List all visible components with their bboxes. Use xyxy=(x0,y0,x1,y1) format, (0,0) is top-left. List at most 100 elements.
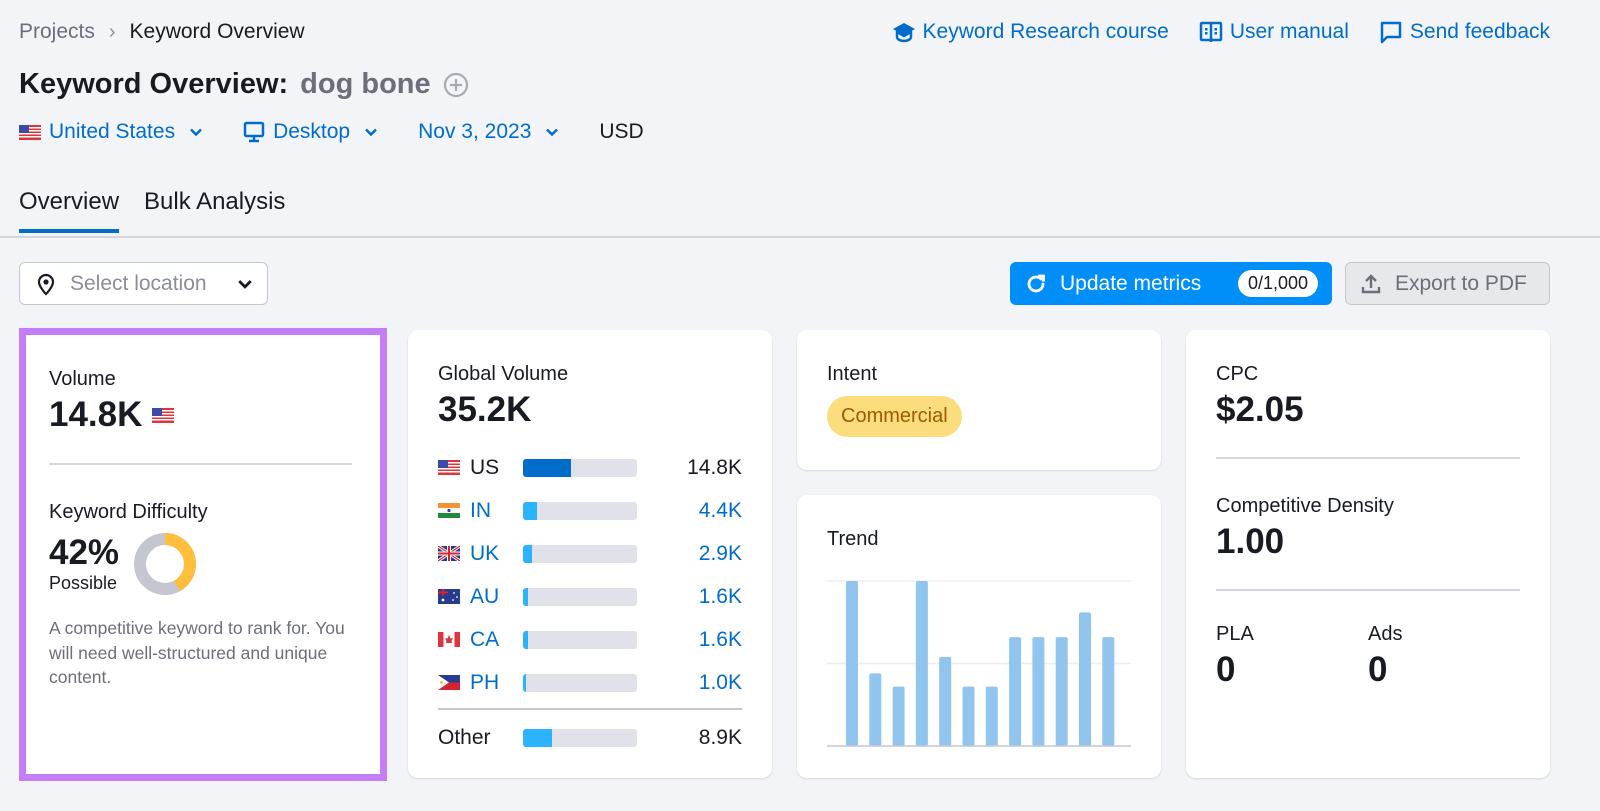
country-volume[interactable]: 2.9K xyxy=(699,542,742,566)
device-value: Desktop xyxy=(273,120,351,143)
keyword-research-course-label: Keyword Research course xyxy=(922,20,1169,43)
upload-icon xyxy=(1361,273,1381,293)
australia-flag-icon xyxy=(438,589,460,604)
breadcrumb-separator-icon: › xyxy=(108,20,116,43)
country-code[interactable]: IN xyxy=(470,499,523,523)
pla-value: 0 xyxy=(1216,650,1236,689)
canada-flag-icon xyxy=(438,632,460,647)
trend-bar[interactable] xyxy=(846,581,858,746)
keyword-difficulty-level: Possible xyxy=(49,572,118,593)
country-code[interactable]: CA xyxy=(470,628,523,652)
country-volume[interactable]: 1.6K xyxy=(699,585,742,609)
trend-bar[interactable] xyxy=(1055,637,1068,746)
country-row-us[interactable]: US 14.8K xyxy=(438,446,742,489)
country-value: United States xyxy=(49,120,176,143)
tab-overview[interactable]: Overview xyxy=(19,188,120,233)
keyword-difficulty-label: Keyword Difficulty xyxy=(49,501,208,523)
keyword-difficulty-description: A competitive keyword to rank for. You w… xyxy=(49,618,345,687)
trend-bar[interactable] xyxy=(939,656,952,746)
country-share-bar xyxy=(523,544,637,563)
intent-label: Intent xyxy=(827,363,878,385)
trend-bar[interactable] xyxy=(1009,637,1022,746)
country-volume[interactable]: 1.6K xyxy=(699,628,742,652)
global-volume-value: 35.2K xyxy=(438,390,532,429)
global-volume-label: Global Volume xyxy=(438,363,569,385)
us-flag-icon xyxy=(152,407,175,423)
country-row-in[interactable]: IN 4.4K xyxy=(438,489,742,532)
device-dropdown[interactable]: Desktop xyxy=(243,120,378,144)
trend-bar[interactable] xyxy=(962,686,975,746)
trend-bar[interactable] xyxy=(892,686,905,746)
cpc-label: CPC xyxy=(1216,363,1259,385)
keyword-research-course-link[interactable]: Keyword Research course xyxy=(892,20,1169,44)
country-row-ca[interactable]: CA 1.6K xyxy=(438,618,742,661)
tab-bulk-analysis[interactable]: Bulk Analysis xyxy=(144,188,285,233)
uk-flag-icon xyxy=(438,546,460,561)
keyword-title: dog bone xyxy=(300,68,431,100)
country-volume[interactable]: 4.4K xyxy=(699,499,742,523)
cpc-card: CPC $2.05 Competitive Density 1.00 PLA 0… xyxy=(1186,330,1550,778)
export-pdf-label: Export to PDF xyxy=(1395,271,1527,295)
trend-bar[interactable] xyxy=(1032,637,1045,746)
breadcrumb-current: Keyword Overview xyxy=(129,20,305,43)
select-location-dropdown[interactable]: Select location xyxy=(19,262,268,305)
filters-bar: United States Desktop Nov 3, 2023 USD xyxy=(19,120,644,144)
country-share-bar xyxy=(523,458,637,477)
country-dropdown[interactable]: United States xyxy=(19,120,203,144)
volume-card: Volume 14.8K Keyword Difficulty 42% Poss… xyxy=(19,328,387,781)
country-share-bar xyxy=(523,501,637,520)
country-list: US 14.8K IN 4.4K UK 2.9K AU 1.6K CA 1.6K… xyxy=(438,446,742,759)
country-row-other: Other 8.9K xyxy=(438,716,742,759)
divider xyxy=(438,708,742,710)
breadcrumb-projects-link[interactable]: Projects xyxy=(19,20,95,44)
intent-badge: Commercial xyxy=(827,396,962,437)
keyword-difficulty-donut xyxy=(134,533,197,595)
chevron-down-icon xyxy=(365,128,378,137)
trend-card: Trend xyxy=(797,495,1161,778)
currency-label: USD xyxy=(599,120,644,143)
update-limit-badge: 0/1,000 xyxy=(1237,270,1318,297)
country-row-au[interactable]: AU 1.6K xyxy=(438,575,742,618)
country-row-uk[interactable]: UK 2.9K xyxy=(438,532,742,575)
send-feedback-link[interactable]: Send feedback xyxy=(1379,20,1550,44)
book-icon xyxy=(1199,21,1223,42)
country-volume[interactable]: 1.0K xyxy=(699,671,742,695)
user-manual-link[interactable]: User manual xyxy=(1199,20,1349,44)
date-dropdown[interactable]: Nov 3, 2023 xyxy=(418,120,559,144)
country-share-fill xyxy=(523,501,538,520)
country-share-fill xyxy=(523,587,529,606)
add-keyword-icon[interactable] xyxy=(443,72,469,98)
chevron-down-icon xyxy=(546,128,559,137)
update-metrics-label: Update metrics xyxy=(1060,271,1202,295)
trend-bar[interactable] xyxy=(985,686,998,746)
trend-bar[interactable] xyxy=(1079,612,1091,746)
graduation-cap-icon xyxy=(892,23,915,43)
update-metrics-button[interactable]: Update metrics 0/1,000 xyxy=(1010,262,1332,305)
export-pdf-button[interactable]: Export to PDF xyxy=(1345,262,1550,305)
country-share-fill xyxy=(523,673,527,692)
other-volume: 8.9K xyxy=(698,725,742,749)
country-code[interactable]: PH xyxy=(470,671,523,695)
trend-bar[interactable] xyxy=(915,581,928,746)
country-code[interactable]: AU xyxy=(470,585,523,609)
refresh-icon xyxy=(1027,274,1045,292)
country-code[interactable]: UK xyxy=(470,542,523,566)
trend-bar[interactable] xyxy=(869,673,882,746)
keyword-difficulty-value: 42% xyxy=(49,533,120,573)
tabs: Overview Bulk Analysis xyxy=(19,188,285,233)
message-icon xyxy=(1380,21,1402,44)
volume-label: Volume xyxy=(49,368,116,390)
intent-card: Intent Commercial xyxy=(797,330,1161,470)
ads-label: Ads xyxy=(1368,623,1403,645)
location-pin-icon xyxy=(37,273,55,296)
pla-label: PLA xyxy=(1216,623,1254,645)
divider xyxy=(49,463,352,465)
ads-value: 0 xyxy=(1368,650,1388,689)
desktop-icon xyxy=(243,121,265,143)
trend-bar[interactable] xyxy=(1102,637,1115,746)
country-code: US xyxy=(470,455,500,479)
country-row-ph[interactable]: PH 1.0K xyxy=(438,661,742,704)
country-share-fill xyxy=(523,728,552,747)
country-share-fill xyxy=(523,630,529,649)
trend-label: Trend xyxy=(827,528,879,550)
